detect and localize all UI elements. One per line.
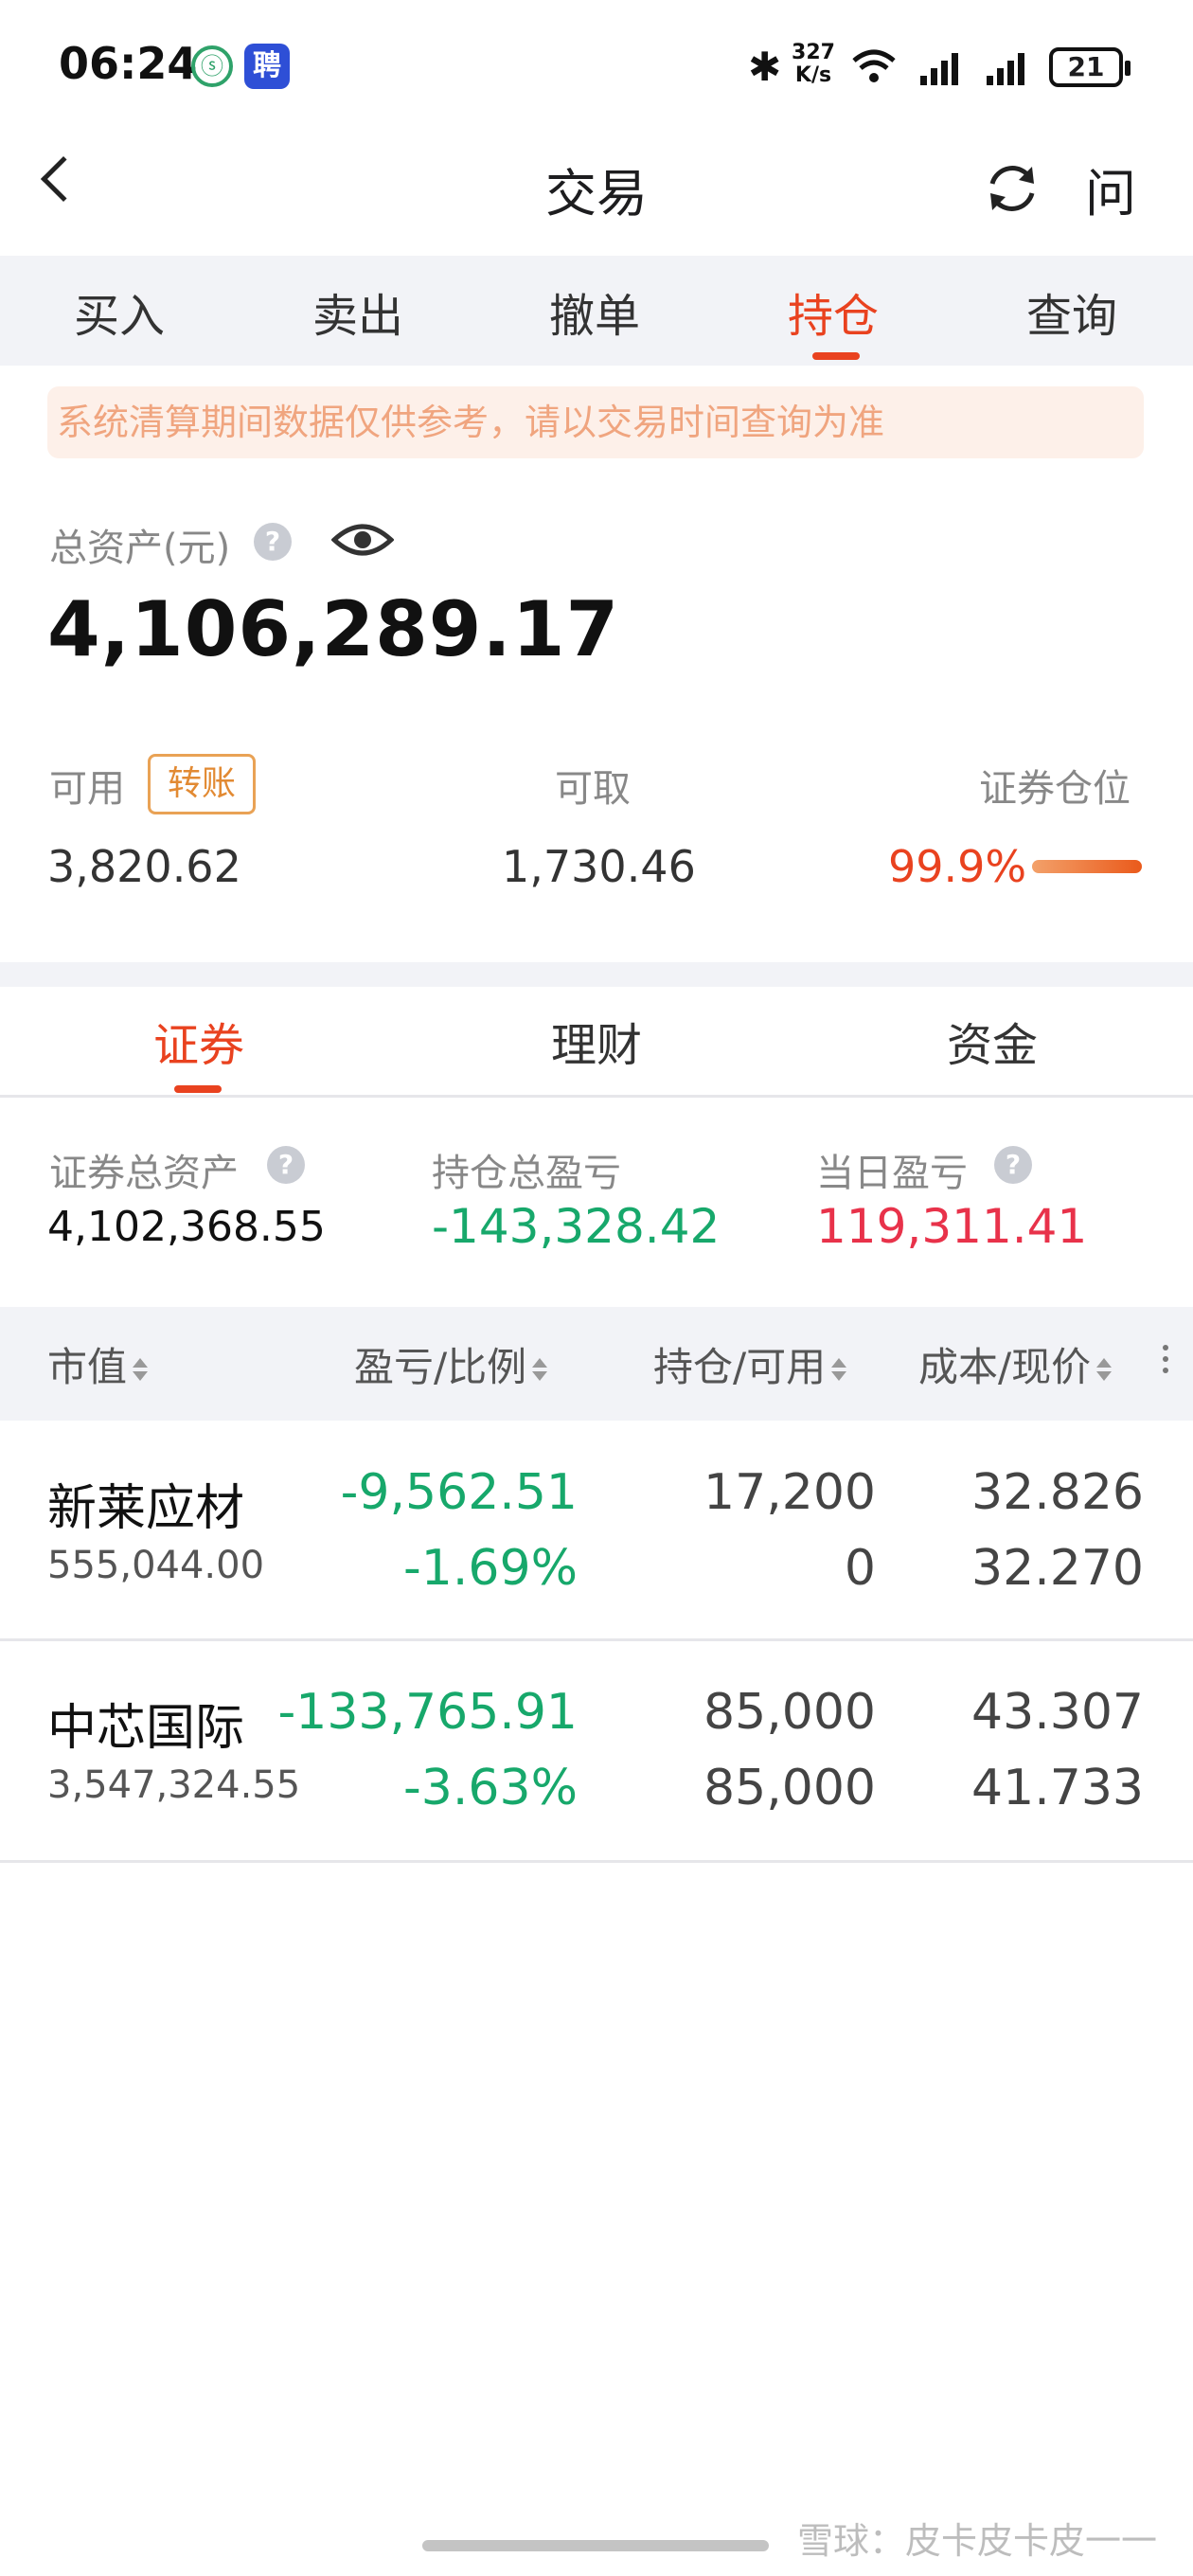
status-bar: 06:24 ⓢ 聘 ✱ 327 K/s 21 [0, 0, 1193, 133]
stock-name: 新莱应材 [47, 1480, 245, 1537]
app-notification-icon-2: 聘 [244, 44, 290, 89]
stock-pl-percent: -3.63% [403, 1760, 578, 1816]
stock-available: 0 [844, 1540, 876, 1597]
stock-holding: 85,000 [703, 1684, 876, 1741]
bluetooth-icon: ✱ [748, 44, 782, 90]
network-speed: 327 K/s [792, 41, 835, 87]
daily-pl-label: 当日盈亏 [816, 1152, 968, 1195]
position-ratio-value: 99.9% [888, 841, 1027, 892]
sort-icon [1096, 1356, 1113, 1385]
column-header-label: 盈亏/比例 [354, 1344, 527, 1390]
holding-pl-value: -143,328.42 [432, 1199, 721, 1254]
status-time: 06:24 [59, 38, 198, 89]
withdrawable-value: 1,730.46 [502, 841, 696, 892]
help-circle-icon[interactable]: ? [254, 523, 292, 561]
tab-securities[interactable]: 证券 [104, 1008, 294, 1074]
column-header-label: 市值 [47, 1344, 128, 1390]
holding-pl-label: 持仓总盈亏 [432, 1152, 621, 1195]
tab-positions[interactable]: 持仓 [739, 278, 928, 345]
table-row[interactable]: 中芯国际 3,547,324.55 -133,765.91 -3.63% 85,… [0, 1640, 1193, 1858]
signal-icon [920, 53, 958, 85]
tab-query[interactable]: 查询 [977, 278, 1166, 345]
tab-funds[interactable]: 资金 [898, 1008, 1087, 1074]
securities-assets-label: 证券总资产 [49, 1152, 239, 1195]
securities-assets-value: 4,102,368.55 [47, 1203, 326, 1251]
column-header-label: 持仓/可用 [653, 1344, 827, 1390]
active-tab-indicator [812, 352, 860, 360]
stock-pl-amount: -9,562.51 [340, 1464, 578, 1521]
tab-wealth-management[interactable]: 理财 [502, 1008, 691, 1074]
column-header-cost-price[interactable]: 成本/现价 [918, 1335, 1113, 1393]
stock-name: 中芯国际 [47, 1700, 245, 1757]
divider [0, 1095, 1193, 1098]
sort-icon [532, 1356, 548, 1385]
stock-market-value: 3,547,324.55 [47, 1763, 301, 1807]
active-subtab-indicator [174, 1085, 222, 1093]
stock-market-value: 555,044.00 [47, 1544, 265, 1587]
stock-price: 41.733 [971, 1760, 1144, 1816]
wifi-icon [852, 49, 896, 82]
stock-cost: 43.307 [971, 1684, 1144, 1741]
stock-price: 32.270 [971, 1540, 1144, 1597]
column-header-label: 成本/现价 [918, 1344, 1092, 1390]
column-header-holding[interactable]: 持仓/可用 [653, 1335, 847, 1393]
stock-holding: 17,200 [703, 1464, 876, 1521]
position-ratio-label: 证券仓位 [979, 767, 1131, 811]
watermark: 雪球：皮卡皮卡皮一一 [797, 2520, 1158, 2562]
settlement-notice: 系统清算期间数据仅供参考，请以交易时间查询为准 [47, 386, 1144, 458]
sort-icon [831, 1356, 847, 1385]
daily-pl-value: 119,311.41 [816, 1199, 1088, 1254]
stock-available: 85,000 [703, 1760, 876, 1816]
refresh-icon[interactable] [983, 159, 1042, 218]
stock-pl-percent: -1.69% [403, 1540, 578, 1597]
battery-icon: 21 [1049, 47, 1131, 87]
section-divider [0, 962, 1193, 987]
total-assets-label: 总资产(元) [49, 527, 231, 570]
available-label: 可用 [49, 767, 125, 811]
stock-pl-amount: -133,765.91 [277, 1684, 579, 1741]
withdrawable-label: 可取 [555, 767, 631, 811]
eye-icon[interactable] [331, 519, 394, 561]
column-header-market-value[interactable]: 市值 [47, 1335, 149, 1393]
total-assets-value: 4,106,289.17 [47, 585, 620, 673]
table-row[interactable]: 新莱应材 555,044.00 -9,562.51 -1.69% 17,200 … [0, 1421, 1193, 1638]
trade-tab-bar: 买入 卖出 撤单 持仓 查询 [0, 256, 1193, 366]
signal-icon-2 [987, 53, 1024, 85]
row-divider [0, 1860, 1193, 1863]
help-circle-icon[interactable]: ? [994, 1146, 1032, 1184]
more-options-icon[interactable] [1163, 1345, 1168, 1379]
app-notification-icon: ⓢ [191, 45, 233, 87]
help-circle-icon[interactable]: ? [267, 1146, 305, 1184]
column-header-profit-loss[interactable]: 盈亏/比例 [354, 1335, 548, 1393]
position-ratio-bar [1032, 860, 1142, 873]
home-indicator[interactable] [422, 2540, 769, 2551]
tab-buy[interactable]: 买入 [25, 278, 214, 345]
stock-cost: 32.826 [971, 1464, 1144, 1521]
tab-cancel-order[interactable]: 撤单 [500, 278, 689, 345]
transfer-button[interactable]: 转账 [148, 754, 256, 814]
tab-sell[interactable]: 卖出 [263, 278, 453, 345]
help-button[interactable]: 问 [1085, 152, 1136, 226]
available-value: 3,820.62 [47, 841, 241, 892]
sort-icon [133, 1356, 149, 1385]
